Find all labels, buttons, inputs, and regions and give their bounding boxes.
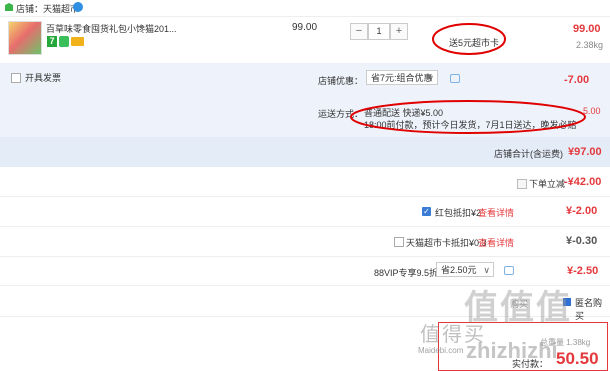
annotation-ellipse-gift — [432, 23, 506, 55]
annotation-ellipse-shipping — [350, 100, 586, 134]
annotation-overlay — [350, 23, 586, 134]
